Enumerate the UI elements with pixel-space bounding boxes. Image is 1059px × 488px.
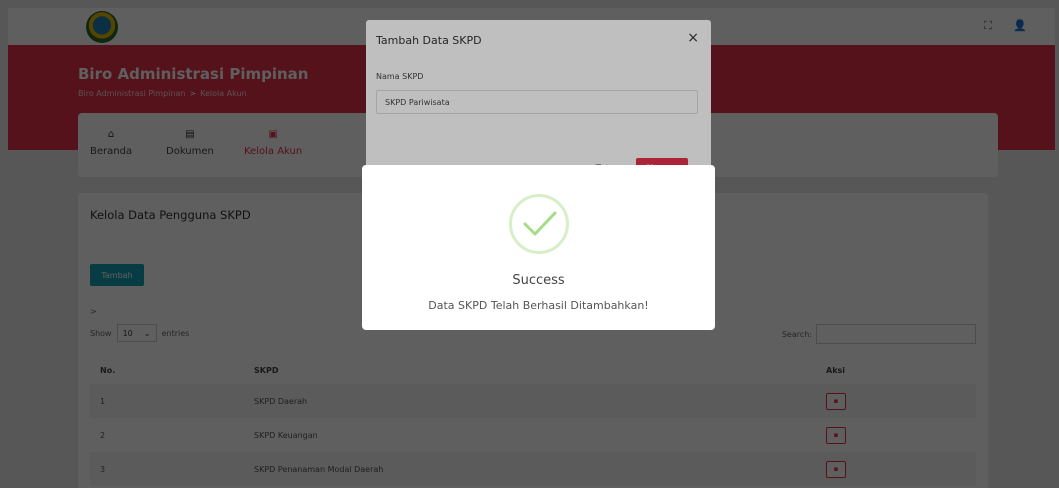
success-message: Data SKPD Telah Berhasil Ditambahkan! [428, 299, 649, 312]
success-title: Success [512, 273, 565, 288]
success-check-icon [509, 194, 569, 254]
success-alert: Success Data SKPD Telah Berhasil Ditamba… [362, 165, 715, 330]
